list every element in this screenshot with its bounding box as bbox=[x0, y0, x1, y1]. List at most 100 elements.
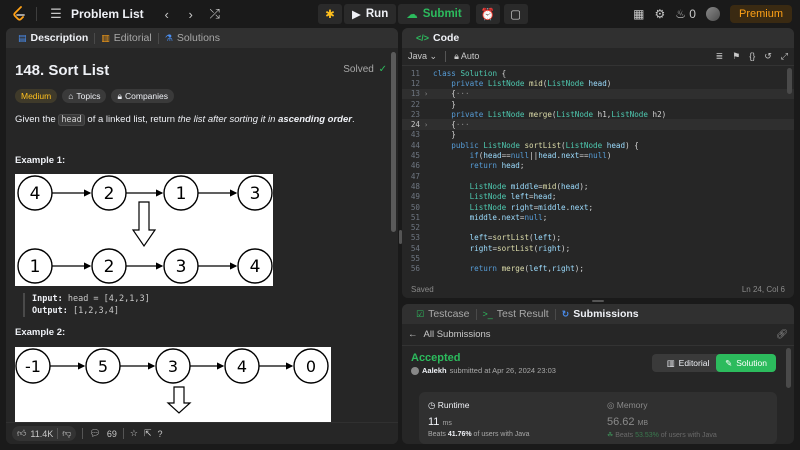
code-line[interactable]: 23 private ListNode merge(ListNode h1,Li… bbox=[402, 109, 794, 119]
code-line[interactable]: 52 bbox=[402, 222, 794, 232]
thumbs-up-icon[interactable]: 👍︎ bbox=[17, 428, 26, 439]
reset-icon[interactable]: ↺ bbox=[764, 51, 772, 62]
timer-button[interactable]: ⏰ bbox=[475, 4, 500, 24]
document-icon: ▤ bbox=[18, 32, 27, 43]
code-line[interactable]: 56 return merge(left,right); bbox=[402, 264, 794, 274]
lock-icon: 🔒︎ bbox=[454, 51, 459, 61]
tab-label: Editorial bbox=[113, 32, 152, 44]
notes-button[interactable]: ▢ bbox=[503, 4, 528, 24]
star-icon[interactable]: ☆ bbox=[130, 428, 138, 439]
list-icon[interactable]: ☰ bbox=[47, 5, 65, 23]
line-number: 52 bbox=[410, 223, 420, 233]
code-line[interactable]: 55 bbox=[402, 253, 794, 263]
line-number: 53 bbox=[410, 233, 420, 243]
help-icon[interactable]: ? bbox=[157, 429, 162, 439]
memory-heading[interactable]: ◎ Memory bbox=[607, 400, 648, 411]
example1-heading: Example 1: bbox=[15, 155, 66, 166]
problem-statement: Given the head of a linked list, return … bbox=[15, 113, 387, 127]
code-line[interactable]: 43 } bbox=[402, 130, 794, 140]
node-value: 4 bbox=[237, 357, 247, 376]
solution-button[interactable]: ✎ Solution bbox=[716, 354, 776, 372]
leetcode-logo[interactable] bbox=[12, 6, 26, 22]
code-line[interactable]: 51 middle.next=null; bbox=[402, 212, 794, 222]
tab-code[interactable]: </> Code bbox=[410, 32, 465, 44]
difficulty-badge[interactable]: Medium bbox=[15, 89, 58, 103]
code-line[interactable]: 50 ListNode right=middle.next; bbox=[402, 202, 794, 212]
format-icon[interactable]: ≣ bbox=[716, 51, 724, 62]
prev-problem-icon[interactable]: ‹ bbox=[158, 5, 176, 23]
comment-icon[interactable]: 💬︎ bbox=[89, 428, 100, 439]
performance-stats: ◷ Runtime 11 ms Beats 41.76% of users wi… bbox=[419, 392, 777, 444]
topics-chip[interactable]: ⌂ Topics bbox=[62, 89, 107, 103]
line-number: 12 bbox=[410, 78, 420, 88]
tab-test-result[interactable]: >_ Test Result bbox=[477, 308, 555, 320]
panel-resize-handle-horizontal[interactable] bbox=[592, 300, 604, 302]
code-line[interactable]: 22 } bbox=[402, 99, 794, 109]
description-scrollbar[interactable] bbox=[391, 52, 396, 232]
tab-description[interactable]: ▤ Description bbox=[12, 32, 94, 44]
streak-fire-icon[interactable]: ♨ 0 bbox=[675, 7, 696, 21]
beats-prefix: Beats bbox=[428, 431, 448, 438]
tab-submissions[interactable]: ↻ Submissions bbox=[556, 308, 645, 320]
submitter-name[interactable]: Aalekh bbox=[422, 366, 447, 375]
grid-layout-icon[interactable]: ▦ bbox=[633, 7, 644, 21]
comments-count[interactable]: 69 bbox=[107, 429, 117, 439]
statement-text: Given the bbox=[15, 114, 59, 125]
submissions-scrollbar[interactable] bbox=[786, 348, 791, 388]
fold-chevron-icon[interactable]: › bbox=[424, 90, 432, 98]
book-icon: ▥ bbox=[666, 357, 675, 368]
tab-testcase[interactable]: ☑ Testcase bbox=[410, 308, 476, 320]
editor-scrollbar[interactable] bbox=[787, 68, 792, 94]
divider bbox=[57, 428, 59, 439]
code-line[interactable]: 24 › {··· bbox=[402, 119, 794, 130]
code-line[interactable]: 48 ListNode middle=mid(head); bbox=[402, 181, 794, 191]
submit-label: Submit bbox=[422, 8, 462, 20]
expand-icon[interactable]: ⤢ bbox=[781, 51, 788, 62]
tab-label: Solutions bbox=[176, 32, 221, 44]
editorial-button[interactable]: ▥ Editorial bbox=[652, 354, 724, 372]
code-line[interactable]: 54 right=sortList(right); bbox=[402, 243, 794, 253]
page-title[interactable]: 148. Sort List bbox=[15, 62, 387, 79]
tab-editorial[interactable]: ▥ Editorial bbox=[95, 32, 157, 44]
autocomplete-toggle[interactable]: 🔒︎ Auto bbox=[454, 51, 479, 62]
fold-chevron-icon[interactable]: › bbox=[424, 121, 432, 129]
premium-button[interactable]: Premium bbox=[729, 5, 792, 23]
code-line[interactable]: 53 left=sortList(left); bbox=[402, 233, 794, 243]
code-line[interactable]: 44 public ListNode sortList(ListNode hea… bbox=[402, 140, 794, 150]
submit-button[interactable]: ☁ Submit bbox=[398, 4, 470, 24]
node-value: 3 bbox=[250, 184, 261, 204]
back-arrow-icon[interactable]: ← bbox=[408, 329, 418, 340]
all-submissions-link[interactable]: All Submissions bbox=[424, 329, 491, 340]
problem-list-link[interactable]: Problem List bbox=[71, 7, 144, 21]
output-label: Output: bbox=[32, 306, 68, 316]
code-icon: </> bbox=[416, 33, 430, 43]
code-line[interactable]: 46 return head; bbox=[402, 161, 794, 171]
language-select[interactable]: Java ⌄ bbox=[408, 51, 437, 62]
description-tabs: ▤ Description ▥ Editorial ⚗ Solutions bbox=[6, 28, 398, 48]
braces-icon[interactable]: {} bbox=[749, 51, 755, 62]
debug-button[interactable]: ✱ bbox=[318, 4, 342, 24]
bookmark-icon[interactable]: ⚑ bbox=[732, 51, 740, 62]
next-problem-icon[interactable]: › bbox=[182, 5, 200, 23]
companies-chip[interactable]: 🔒︎ Companies bbox=[111, 89, 174, 103]
code-line[interactable]: 11 class Solution { bbox=[402, 68, 794, 78]
tab-solutions[interactable]: ⚗ Solutions bbox=[159, 32, 226, 44]
settings-gear-icon[interactable]: ⚙ bbox=[654, 7, 665, 21]
line-number: 22 bbox=[410, 99, 420, 109]
node-value: 4 bbox=[250, 257, 261, 277]
code-line[interactable]: 47 bbox=[402, 171, 794, 181]
code-editor[interactable]: 11 class Solution {12 private ListNode mi… bbox=[402, 68, 794, 280]
code-line[interactable]: 45 if(head==null||head.next==null) bbox=[402, 150, 794, 160]
thumbs-down-icon[interactable]: 👎︎ bbox=[62, 428, 71, 439]
link-icon[interactable]: 🔗︎ bbox=[776, 329, 788, 340]
share-icon[interactable]: ⇱ bbox=[144, 428, 152, 439]
line-number: 43 bbox=[410, 130, 420, 140]
code-line[interactable]: 12 private ListNode mid(ListNode head) bbox=[402, 78, 794, 88]
code-line[interactable]: 13 › {··· bbox=[402, 88, 794, 99]
code-line[interactable]: 49 ListNode left=head; bbox=[402, 192, 794, 202]
avatar[interactable] bbox=[705, 7, 720, 21]
shuffle-icon[interactable]: ⤮ bbox=[206, 5, 224, 23]
runtime-heading[interactable]: ◷ Runtime bbox=[428, 400, 469, 411]
status-badge: Accepted bbox=[411, 352, 461, 364]
run-button[interactable]: ▶ Run bbox=[344, 4, 397, 24]
